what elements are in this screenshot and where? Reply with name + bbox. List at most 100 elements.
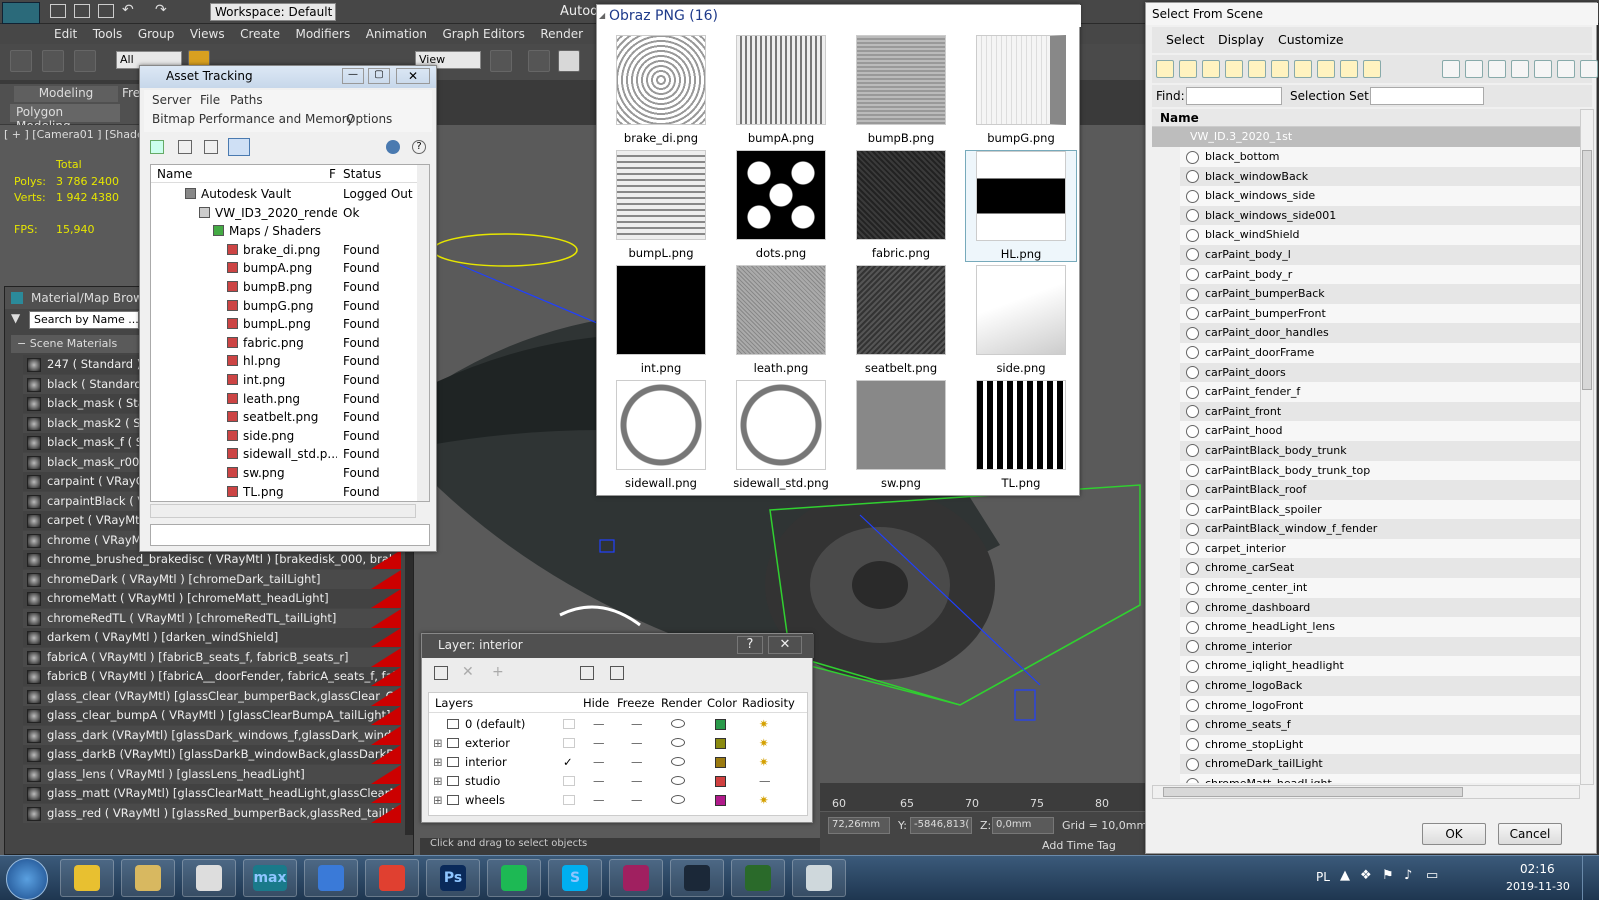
scene-object-item[interactable]: chrome_dashboard — [1180, 597, 1580, 618]
maximize-icon[interactable]: ▢ — [368, 68, 390, 84]
asset-row[interactable]: side.png Found — [151, 427, 417, 445]
asset-row[interactable]: Maps / Shaders — [151, 222, 417, 240]
app-logo-icon[interactable] — [2, 2, 40, 24]
current-layer-box[interactable] — [563, 738, 575, 748]
filter-icon[interactable] — [1557, 60, 1575, 78]
light-filter-icon[interactable] — [1202, 60, 1220, 78]
material-item[interactable]: fabricA ( VRayMtl ) [fabricB_seats_f, fa… — [23, 647, 401, 667]
freeze-toggle[interactable]: — — [631, 772, 643, 791]
png-thumbnail-item[interactable]: bumpG.png — [965, 35, 1077, 145]
menu-file[interactable]: File — [200, 93, 220, 107]
delete-layer-icon[interactable]: ✕ — [462, 664, 474, 680]
collapse-arrow-icon[interactable]: ◢ — [599, 11, 605, 20]
menu-tools[interactable]: Tools — [93, 24, 135, 41]
asset-row[interactable]: seatbelt.png Found — [151, 408, 417, 426]
asset-row[interactable]: bumpB.png Found — [151, 278, 417, 296]
steam-icon[interactable] — [670, 859, 724, 897]
current-layer-check-icon[interactable]: ✓ — [563, 753, 575, 772]
frozen-filter-icon[interactable] — [1442, 60, 1460, 78]
scene-object-item[interactable]: carPaint_bumperBack — [1180, 284, 1580, 304]
material-item[interactable]: fabricB ( VRayMtl ) [fabricA__doorFender… — [23, 667, 401, 686]
x-coordinate-field[interactable]: 72,26mm — [828, 817, 890, 834]
list-view-icon[interactable] — [178, 140, 192, 154]
language-indicator[interactable]: PL — [1316, 870, 1330, 884]
radiosity-off[interactable]: — — [759, 772, 771, 791]
sfs-vscroll-thumb[interactable] — [1582, 150, 1592, 390]
hide-toggle[interactable]: — — [593, 753, 605, 772]
freeze-toggle[interactable]: — — [631, 753, 643, 772]
asset-row[interactable]: leath.png Found — [151, 390, 417, 408]
help-icon[interactable]: ? — [412, 140, 426, 154]
png-thumbnail-item[interactable]: leath.png — [725, 265, 837, 375]
add-time-tag-button[interactable]: Add Time Tag — [1042, 839, 1116, 852]
asset-row[interactable]: sidewall_std.p... Found — [151, 445, 417, 463]
refresh-icon[interactable] — [150, 140, 164, 154]
show-desktop-button[interactable] — [1582, 856, 1598, 900]
layer-row[interactable]: 0 (default) — — ✷ — [429, 715, 807, 734]
menu-group[interactable]: Group — [138, 24, 187, 41]
scene-object-item[interactable]: black_windows_side — [1180, 186, 1580, 206]
close-icon[interactable]: ✕ — [396, 68, 430, 84]
material-item[interactable]: chromeRedTL ( VRayMtl ) [chromeRedTL_tai… — [23, 608, 401, 628]
new-file-icon[interactable] — [50, 4, 66, 18]
undo-icon[interactable]: ↶ — [122, 2, 134, 18]
speaker-icon[interactable]: ♪ — [1404, 868, 1412, 883]
display-none-icon[interactable] — [1511, 60, 1529, 78]
asset-row[interactable]: brake_di.png Found — [151, 241, 417, 259]
hide-toggle[interactable]: — — [593, 715, 605, 734]
render-teapot-icon[interactable] — [671, 719, 685, 728]
start-button[interactable] — [6, 858, 48, 900]
sfs-menu-select[interactable]: Select — [1166, 32, 1205, 47]
png-thumbnail-item[interactable]: int.png — [605, 265, 717, 375]
geometry-filter-icon[interactable] — [1156, 60, 1174, 78]
invert-display-icon[interactable] — [1534, 60, 1552, 78]
material-item[interactable]: glass_darkB (VRayMtl) [glassDarkB_window… — [23, 745, 401, 764]
render-teapot-icon[interactable] — [671, 738, 685, 747]
layer-color-swatch[interactable] — [715, 738, 726, 749]
material-browser-options-icon[interactable]: ▼ — [11, 311, 20, 325]
table-view-icon[interactable] — [228, 138, 250, 156]
scene-object-item[interactable]: carPaintBlack_body_trunk — [1180, 440, 1580, 461]
3dsmax-icon[interactable]: max — [243, 859, 297, 897]
material-item[interactable]: chromeMatt ( VRayMtl ) [chromeMatt_headL… — [23, 589, 401, 608]
material-item[interactable]: glass_clear (VRayMtl) [glassClear_bumper… — [23, 686, 401, 706]
scene-object-item[interactable]: carPaint_body_l — [1180, 244, 1580, 265]
material-item[interactable]: glass_dark (VRayMtl) [glassDark_windows_… — [23, 725, 401, 745]
helper-filter-icon[interactable] — [1248, 60, 1266, 78]
asset-tree-vscroll[interactable] — [417, 165, 429, 501]
hide-all-icon[interactable] — [610, 666, 624, 680]
redo-icon[interactable]: ↷ — [155, 2, 167, 18]
tab-modeling[interactable]: Modeling — [14, 86, 118, 102]
scene-object-item[interactable]: carPaint_bumperFront — [1180, 303, 1580, 324]
minimize-icon[interactable]: — — [342, 68, 364, 84]
spacewarp-filter-icon[interactable] — [1271, 60, 1289, 78]
freeze-toggle[interactable]: — — [631, 715, 643, 734]
png-thumbnail-item[interactable]: fabric.png — [845, 150, 957, 260]
scene-object-item[interactable]: chromeMatt_headLight — [1180, 774, 1580, 783]
open-file-icon[interactable] — [74, 4, 90, 18]
scene-object-item[interactable]: chrome_logoFront — [1180, 695, 1580, 716]
task-manager-icon[interactable] — [731, 859, 785, 897]
viewport-label[interactable]: [ + ] [Camera01 ] [Shaded ] — [4, 128, 159, 141]
menu-server[interactable]: Server — [152, 93, 191, 107]
polygon-modeling-panel[interactable]: Polygon Modeling — [10, 104, 120, 133]
hide-toggle[interactable]: — — [593, 734, 605, 753]
layer-color-swatch[interactable] — [715, 776, 726, 787]
layer-color-swatch[interactable] — [715, 795, 726, 806]
scene-object-item[interactable]: carPaint_front — [1180, 401, 1580, 422]
col-status[interactable]: Status — [343, 167, 381, 181]
link-icon[interactable] — [10, 50, 32, 72]
snipping-tool-icon[interactable] — [182, 859, 236, 897]
scene-object-item[interactable]: black_windowBack — [1180, 166, 1580, 187]
material-item[interactable]: glass_clear_bumpA ( VRayMtl ) [glassClea… — [23, 706, 401, 725]
radiosity-icon[interactable]: ✷ — [759, 734, 769, 753]
scene-object-item[interactable]: chrome_interior — [1180, 636, 1580, 657]
menu-animation[interactable]: Animation — [366, 24, 439, 41]
menu-options[interactable]: Options — [346, 112, 392, 126]
tray-arrow-icon[interactable]: ▲ — [1340, 868, 1350, 883]
expand-icon[interactable]: ⊞ — [433, 791, 443, 810]
bookmark-icon[interactable] — [792, 859, 846, 897]
scene-object-item[interactable]: carPaintBlack_roof — [1180, 480, 1580, 500]
close-icon[interactable]: ✕ — [768, 636, 802, 654]
photoshop-icon[interactable]: Ps — [426, 859, 480, 897]
